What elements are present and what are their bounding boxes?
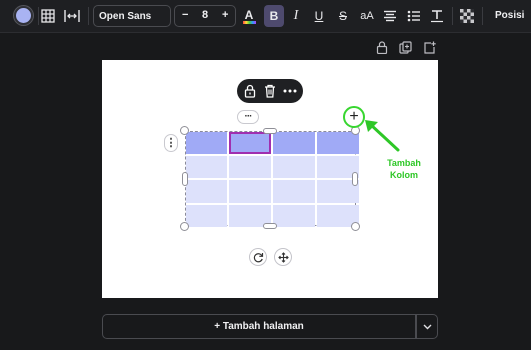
lock-page-icon[interactable] — [376, 41, 388, 55]
move-icon[interactable] — [274, 248, 292, 266]
toolbar-divider — [88, 7, 89, 25]
underline-button[interactable]: U — [312, 5, 326, 27]
element-action-bar — [237, 79, 303, 103]
resize-handle-bottom-left[interactable] — [180, 222, 189, 231]
text-color-button[interactable]: A — [241, 5, 257, 27]
table-cell[interactable] — [273, 132, 315, 154]
fill-color-swatch[interactable] — [14, 6, 33, 25]
spacing-icon[interactable] — [63, 5, 81, 27]
table[interactable] — [186, 132, 359, 227]
font-size-stepper[interactable]: − 8 + — [174, 5, 236, 27]
resize-handle-top-left[interactable] — [180, 126, 189, 135]
add-page-dropdown-button[interactable] — [416, 314, 438, 339]
text-spacing-icon[interactable] — [429, 5, 445, 27]
annotation-label: Tambah Kolom — [387, 158, 421, 180]
bullet-list-icon[interactable] — [406, 5, 422, 27]
text-color-label: A — [244, 7, 254, 22]
transparency-icon[interactable] — [459, 5, 475, 27]
table-cell[interactable] — [186, 156, 227, 178]
more-options-icon[interactable] — [282, 83, 298, 99]
duplicate-page-icon[interactable] — [399, 41, 412, 55]
column-options-button[interactable]: ··· — [237, 110, 259, 124]
table-cell[interactable] — [186, 205, 227, 227]
add-page-button[interactable]: + Tambah halaman — [102, 314, 416, 339]
chevron-down-icon — [423, 324, 431, 329]
toolbar-divider — [482, 7, 483, 25]
table-cell-selected[interactable] — [229, 132, 271, 154]
table-grid-icon[interactable] — [40, 5, 56, 27]
resize-handle-left[interactable] — [182, 172, 188, 186]
table-cell[interactable] — [186, 132, 227, 154]
table-selection[interactable] — [185, 131, 359, 227]
trash-icon[interactable] — [262, 83, 278, 99]
increase-size-button[interactable]: + — [222, 9, 228, 21]
toolbar-divider — [452, 7, 453, 25]
align-center-icon[interactable] — [382, 5, 398, 27]
table-cell[interactable] — [186, 180, 227, 203]
font-family-select[interactable]: Open Sans — [93, 5, 171, 27]
resize-handle-top[interactable] — [263, 128, 277, 134]
lock-icon[interactable] — [242, 83, 258, 99]
table-cell[interactable] — [317, 132, 359, 154]
table-cell[interactable] — [229, 156, 271, 178]
decrease-size-button[interactable]: − — [182, 9, 188, 21]
rotate-icon[interactable] — [249, 248, 267, 266]
italic-button[interactable]: I — [289, 5, 303, 27]
table-cell[interactable] — [229, 180, 271, 203]
table-cell[interactable] — [273, 205, 315, 227]
table-cell[interactable] — [273, 156, 315, 178]
font-size-value[interactable]: 8 — [202, 9, 208, 21]
toolbar-divider — [38, 7, 39, 25]
rainbow-color-bar — [242, 20, 256, 24]
position-button[interactable]: Posisi — [495, 10, 524, 21]
resize-handle-right[interactable] — [352, 172, 358, 186]
editor-toolbar: Open Sans − 8 + A B I U S aA Posisi — [0, 0, 531, 33]
resize-handle-bottom-right[interactable] — [351, 222, 360, 231]
annotation-arrow-icon — [365, 120, 400, 152]
bold-button[interactable]: B — [264, 5, 284, 27]
table-cell[interactable] — [273, 180, 315, 203]
strikethrough-button[interactable]: S — [336, 5, 350, 27]
add-page-icon[interactable] — [423, 41, 436, 55]
letter-case-button[interactable]: aA — [358, 5, 376, 27]
resize-handle-bottom[interactable] — [263, 223, 277, 229]
row-options-button[interactable]: ⋮ — [164, 134, 178, 152]
